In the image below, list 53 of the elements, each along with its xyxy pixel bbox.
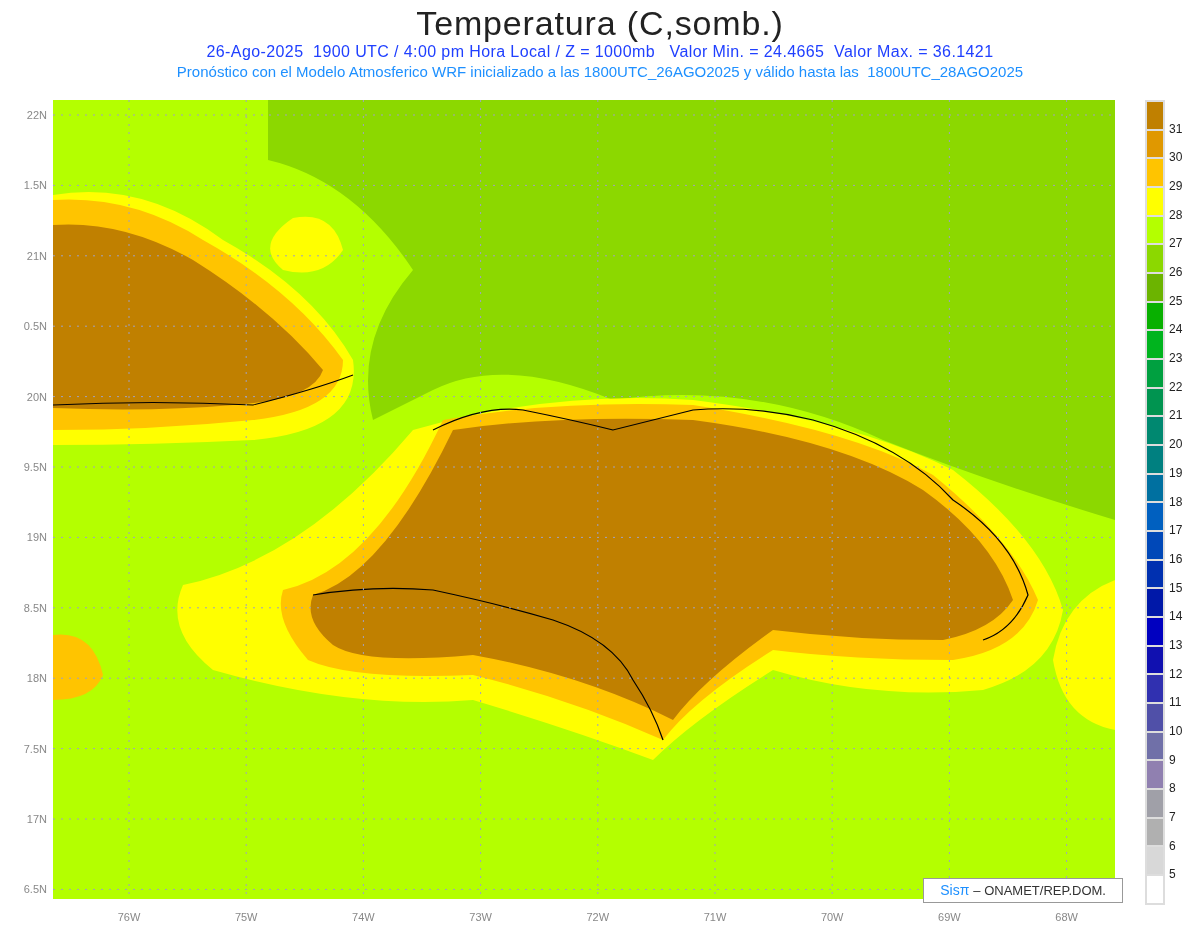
legend-label: 6 [1169, 839, 1176, 852]
legend-label: 7 [1169, 810, 1176, 823]
latitude-label: 21N [26, 249, 47, 262]
legend-label: 16 [1169, 552, 1183, 565]
legend-label: 12 [1169, 667, 1183, 680]
legend-label: 18 [1169, 495, 1183, 508]
legend-label: 9 [1169, 753, 1176, 766]
longitude-label: 76W [117, 911, 141, 923]
legend-label: 11 [1169, 696, 1182, 709]
legend-label: 15 [1169, 581, 1183, 594]
latitude-label: 20N [26, 390, 47, 403]
legend-label: 27 [1169, 237, 1183, 250]
legend-label: 8 [1169, 782, 1176, 795]
legend-label: 31 [1169, 122, 1183, 135]
longitude-label: 74W [352, 911, 375, 923]
credit-text: – ONAMET/REP.DOM. [973, 881, 1106, 900]
legend-label: 29 [1169, 180, 1183, 193]
legend-label: 25 [1169, 294, 1183, 307]
latitude-label: 1.5N [23, 179, 47, 192]
legend-label: 21 [1169, 409, 1183, 422]
legend-label: 19 [1169, 466, 1183, 479]
longitude-label: 71W [703, 911, 727, 923]
legend-label: 30 [1169, 151, 1183, 164]
map-subtitle: 26-Ago-2025 1900 UTC / 4:00 pm Hora Local / Z = 1000mb Valor Min. = 24.4665 Valor Max. = 36.1421 [206, 42, 994, 62]
legend-label: 23 [1169, 352, 1183, 365]
latitude-label: 0.5N [23, 320, 47, 333]
legend-label: 10 [1169, 724, 1183, 737]
longitude-label: 70W [820, 911, 844, 923]
latitude-label: 19N [26, 531, 47, 544]
legend-label: 24 [1169, 323, 1183, 336]
legend-label: 26 [1169, 266, 1183, 279]
latitude-label: 18N [26, 672, 47, 685]
latitude-label: 6.5N [23, 883, 47, 896]
legend-label: 28 [1169, 208, 1183, 221]
latitude-label: 17N [26, 813, 47, 825]
latitude-label: 8.5N [23, 601, 47, 614]
longitude-label: 69W [938, 911, 961, 923]
latitude-label: 9.5N [23, 461, 47, 473]
latitude-label: 7.5N [23, 742, 47, 755]
legend-label: 13 [1169, 638, 1183, 651]
longitude-label: 75W [234, 911, 258, 923]
legend-label: 17 [1169, 524, 1183, 537]
forecast-note: Pronóstico con el Modelo Atmosferico WRF inicializado a las 1800UTC_26AGO2025 y válido hasta las 1800UTC_28AGO2025 [176, 62, 1024, 82]
longitude-label: 73W [469, 911, 492, 923]
longitude-label: 68W [1055, 911, 1078, 923]
latitude-label: 22N [26, 109, 47, 121]
brand-logo: Sisπ [940, 881, 970, 900]
legend-label: 5 [1169, 868, 1176, 881]
legend-label: 14 [1169, 610, 1183, 623]
legend-label: 22 [1169, 380, 1183, 393]
map-title: Temperatura (C,somb.) [416, 4, 784, 42]
longitude-label: 72W [586, 911, 610, 923]
legend-label: 20 [1169, 438, 1183, 451]
